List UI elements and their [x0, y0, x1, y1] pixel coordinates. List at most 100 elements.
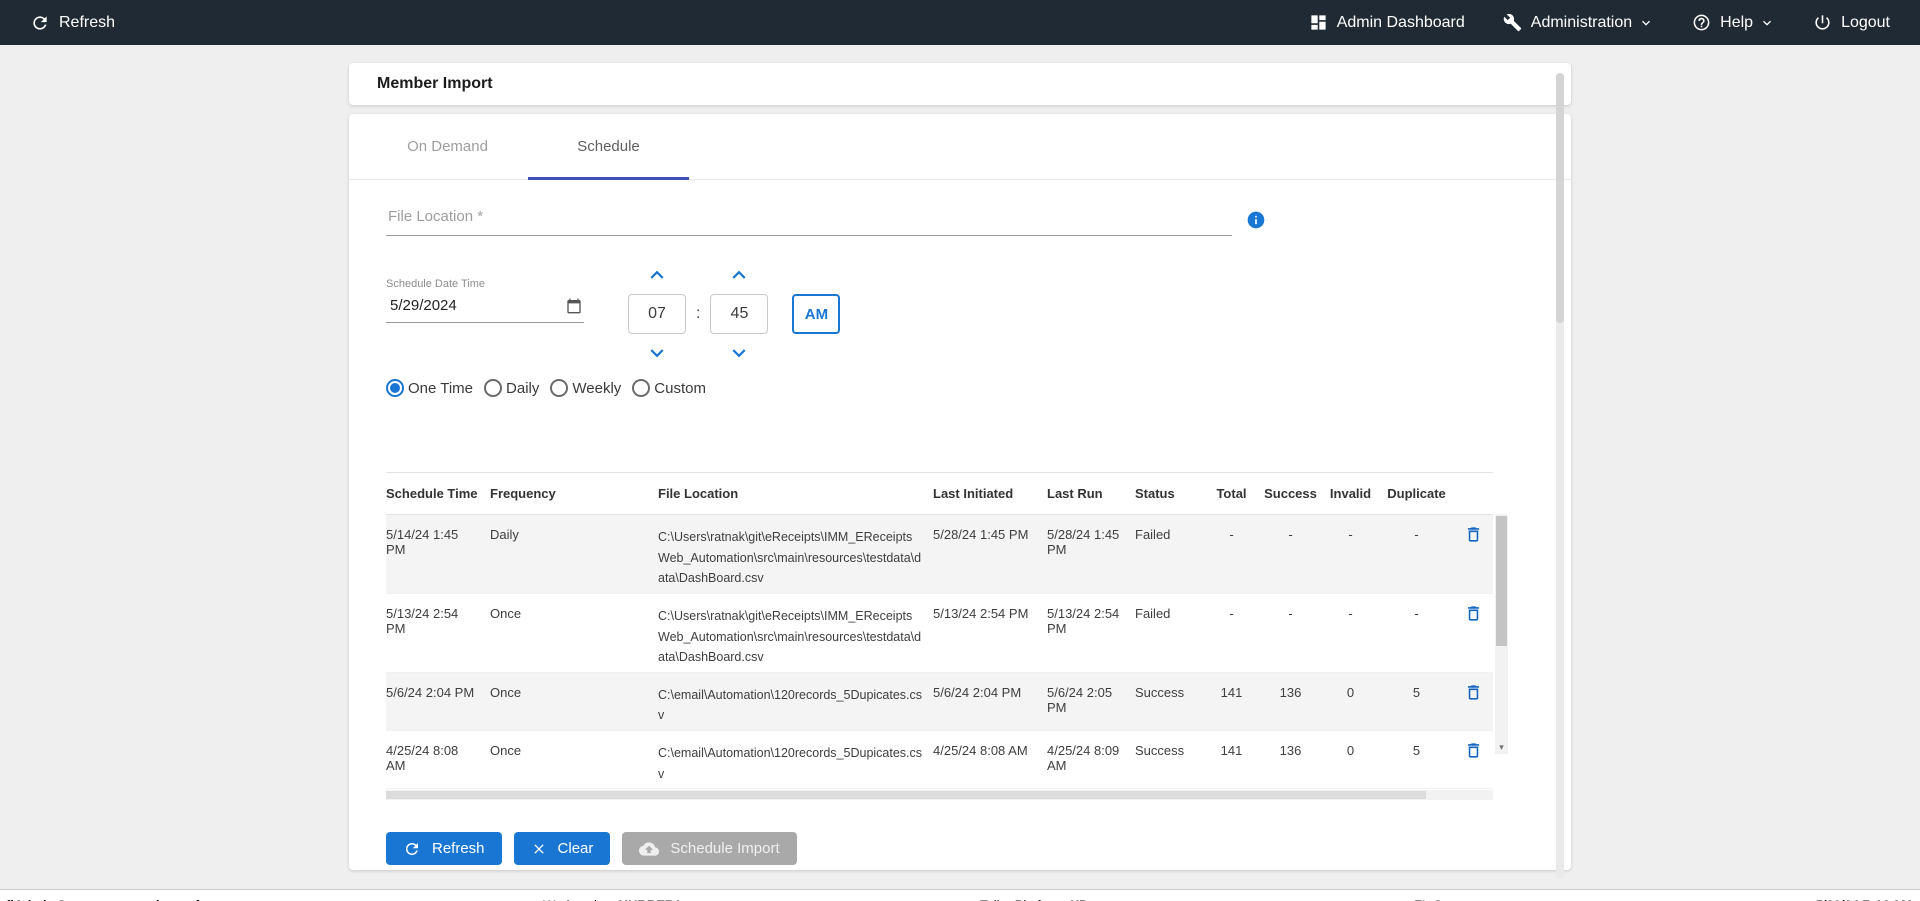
cell-schedule-time: 4/25/24 8:08 AM: [386, 743, 459, 773]
minute-input[interactable]: 45: [710, 294, 769, 334]
schedule-table: Schedule Time Frequency File Location La…: [386, 472, 1493, 789]
table-horizontal-scrollbar[interactable]: [386, 790, 1493, 801]
scrollbar-thumb[interactable]: [1496, 516, 1507, 646]
cell-duplicate: 5: [1412, 743, 1421, 758]
date-input[interactable]: [388, 296, 538, 315]
minute-increment-button[interactable]: [726, 262, 752, 288]
minute-decrement-button[interactable]: [726, 340, 752, 366]
col-header-file-location: File Location: [658, 472, 933, 515]
cell-success: 136: [1279, 743, 1302, 758]
schedule-import-button-label: Schedule Import: [670, 840, 780, 858]
user-email: fiAdmin@qaxpauto.onmicrosoft.com: [6, 897, 234, 901]
page-scrollbar[interactable]: [1556, 73, 1564, 879]
cell-frequency: Once: [490, 605, 522, 621]
status-footer: fiAdmin@qaxpauto.onmicrosoft.com Worksta…: [0, 889, 1920, 901]
chevron-down-icon: [1763, 20, 1772, 26]
delete-row-button[interactable]: [1464, 604, 1483, 626]
help-label: Help: [1720, 13, 1754, 31]
cell-invalid: 0: [1346, 684, 1355, 700]
workstation-value: KURRER1: [619, 897, 682, 901]
teller-platform-label: Teller Platform:: [980, 897, 1067, 901]
delete-row-button[interactable]: [1464, 525, 1483, 547]
hour-decrement-button[interactable]: [644, 340, 670, 366]
chevron-down-icon: [650, 349, 664, 358]
col-header-frequency: Frequency: [490, 472, 658, 515]
cell-invalid: -: [1348, 527, 1353, 542]
frequency-option-custom[interactable]: Custom: [632, 379, 706, 397]
cell-last-initiated: 5/28/24 1:45 PM: [933, 527, 1029, 542]
table-vertical-scrollbar[interactable]: ▾: [1495, 514, 1508, 754]
table-header-row: Schedule Time Frequency File Location La…: [386, 472, 1493, 515]
cell-schedule-time: 5/6/24 2:04 PM: [386, 684, 475, 700]
admin-dashboard-menu-item[interactable]: Admin Dashboard: [1309, 13, 1465, 32]
cell-invalid: 0: [1346, 743, 1355, 758]
calendar-icon[interactable]: [566, 298, 582, 314]
schedule-import-button[interactable]: Schedule Import: [622, 832, 797, 866]
frequency-option-one-time[interactable]: One Time: [386, 379, 473, 397]
meridiem-toggle-button[interactable]: AM: [792, 294, 841, 334]
tab-on-demand[interactable]: On Demand: [367, 114, 528, 179]
cell-status: Success: [1135, 684, 1185, 700]
cell-success: 136: [1279, 684, 1302, 700]
scroll-down-arrow-icon[interactable]: ▾: [1495, 740, 1508, 754]
hour-input[interactable]: 07: [628, 294, 686, 334]
page-title-card: Member Import: [349, 63, 1571, 105]
refresh-nav-button[interactable]: Refresh: [30, 13, 115, 33]
col-header-duplicate: Duplicate: [1379, 472, 1454, 515]
cell-last-run: 5/28/24 1:45 PM: [1047, 527, 1120, 557]
table-row: 5/13/24 2:54 PM Once C:\Users\ratnak\git…: [386, 593, 1493, 673]
cell-duplicate: -: [1414, 527, 1419, 542]
refresh-button[interactable]: Refresh: [386, 832, 502, 866]
frequency-option-daily[interactable]: Daily: [484, 379, 539, 397]
file-location-input[interactable]: [386, 204, 1232, 236]
administration-label: Administration: [1530, 13, 1633, 31]
scrollbar-thumb[interactable]: [386, 791, 1426, 800]
delete-row-button[interactable]: [1464, 741, 1483, 763]
cloud-upload-icon: [639, 842, 660, 856]
trash-icon: [1467, 743, 1480, 758]
table-row: 5/14/24 1:45 PM Daily C:\Users\ratnak\gi…: [386, 514, 1493, 594]
cell-schedule-time: 5/13/24 2:54 PM: [386, 605, 459, 636]
col-header-total: Total: [1204, 472, 1259, 515]
cell-total: -: [1229, 605, 1234, 621]
cell-frequency: Once: [490, 743, 522, 758]
teller-platform-value: XP: [1070, 897, 1087, 901]
tab-bar: On Demand Schedule: [349, 114, 1571, 180]
tab-schedule[interactable]: Schedule: [528, 114, 689, 180]
schedule-table-container: Schedule Time Frequency File Location La…: [386, 472, 1508, 801]
cell-frequency: Daily: [490, 527, 519, 542]
file-location-info-button[interactable]: [1246, 210, 1266, 230]
footer-datetime: 5/29/24 7:44 AM: [1816, 897, 1912, 901]
frequency-option-label: Weekly: [572, 379, 622, 397]
fi-value: Qaxpauto: [1433, 897, 1493, 901]
action-buttons-row: Refresh Clear Schedule Import: [386, 832, 1534, 866]
radio-unselected-icon: [550, 379, 569, 397]
cell-invalid: -: [1348, 605, 1353, 621]
help-menu-item[interactable]: Help: [1692, 13, 1775, 32]
cell-total: -: [1229, 527, 1234, 542]
delete-row-button[interactable]: [1464, 683, 1483, 705]
cell-frequency: Once: [490, 684, 522, 700]
administration-menu-item[interactable]: Administration: [1503, 13, 1654, 32]
col-header-actions: [1454, 472, 1493, 515]
cell-success: -: [1288, 605, 1293, 621]
hour-increment-button[interactable]: [644, 262, 670, 288]
col-header-last-initiated: Last Initiated: [933, 472, 1047, 515]
cell-file-location: C:\Users\ratnak\git\eReceipts\IMM_ERecei…: [658, 608, 922, 665]
radio-selected-icon: [386, 379, 404, 397]
trash-icon: [1467, 606, 1480, 621]
cell-duplicate: 5: [1412, 684, 1421, 700]
frequency-option-label: One Time: [408, 379, 474, 397]
power-icon: [1815, 15, 1830, 30]
clear-button[interactable]: Clear: [513, 832, 611, 866]
scrollbar-thumb[interactable]: [1556, 73, 1564, 323]
col-header-status: Status: [1135, 472, 1204, 515]
frequency-option-label: Daily: [506, 379, 540, 397]
frequency-option-weekly[interactable]: Weekly: [550, 379, 621, 397]
logout-menu-item[interactable]: Logout: [1813, 13, 1890, 32]
cell-status: Failed: [1135, 527, 1171, 542]
chevron-up-icon: [650, 270, 664, 279]
frequency-option-label: Custom: [654, 379, 706, 397]
cell-last-initiated: 5/13/24 2:54 PM: [933, 605, 1029, 621]
fi-label: FI:: [1414, 897, 1429, 901]
